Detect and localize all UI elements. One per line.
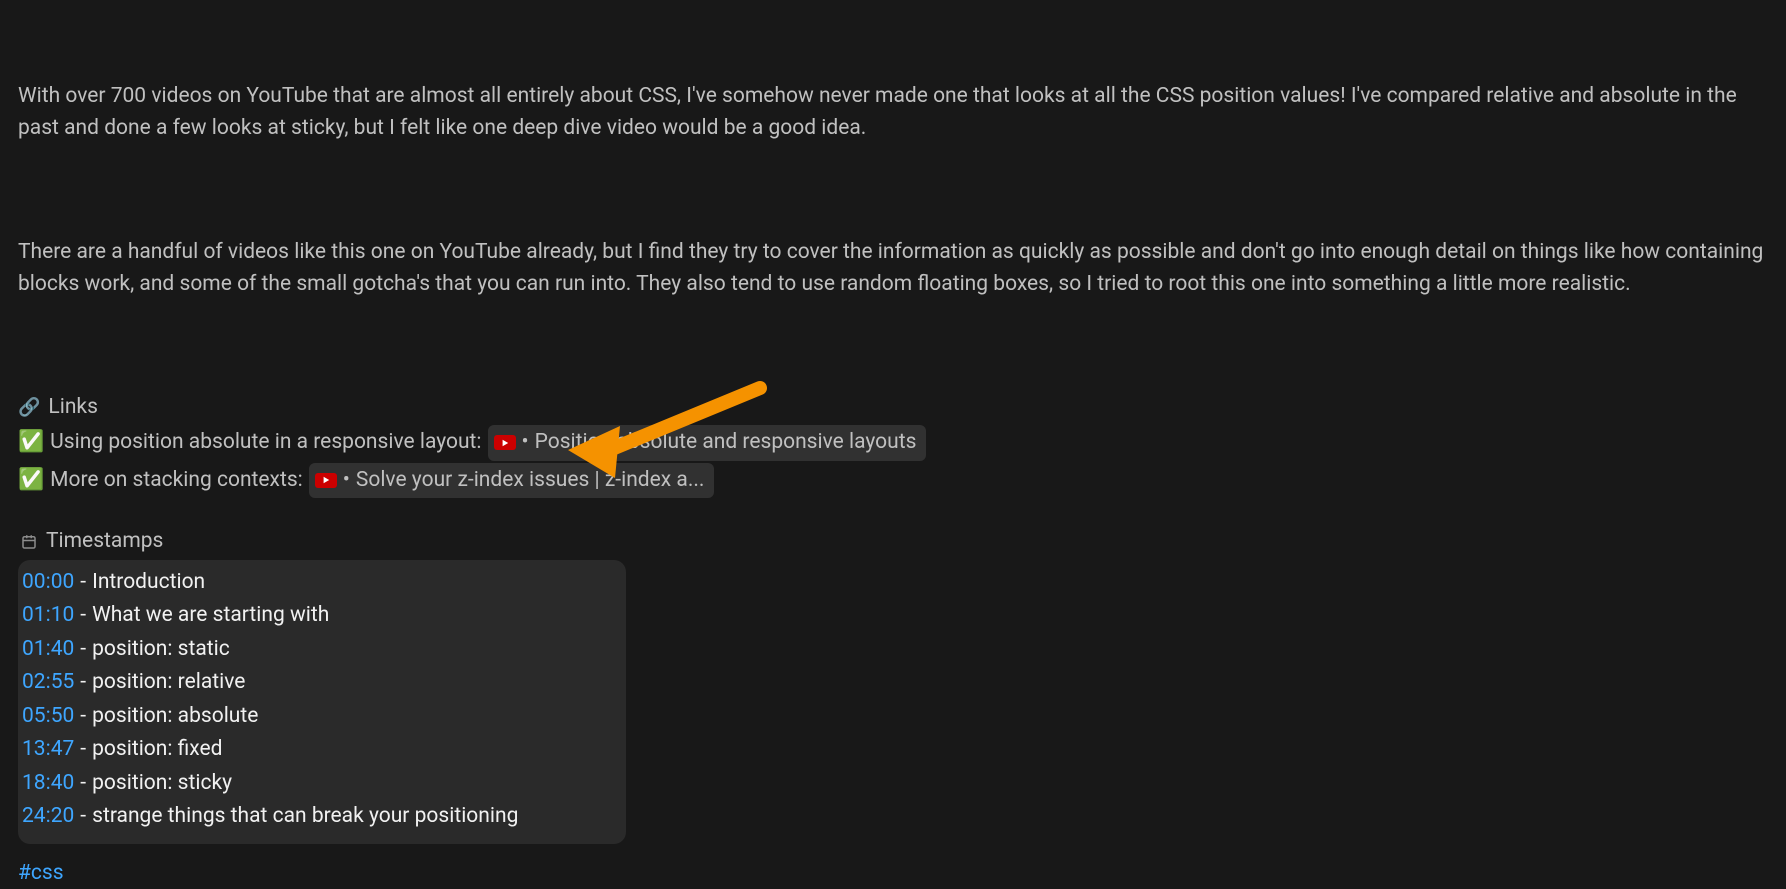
timestamp-row: 01:10 - What we are starting with [22, 599, 610, 633]
video-chip-link[interactable]: • Position absolute and responsive layou… [488, 425, 927, 461]
timestamp-label: Introduction [92, 567, 205, 599]
timestamp-separator: - [80, 634, 86, 666]
timestamp-row: 13:47 - position: fixed [22, 733, 610, 767]
description-paragraph-2: There are a handful of videos like this … [18, 237, 1768, 300]
timestamp-label: position: absolute [92, 701, 258, 733]
video-chip-link[interactable]: • Solve your z-index issues | z-index a.… [309, 463, 715, 499]
timestamps-header-label: Timestamps [46, 526, 163, 558]
timestamps-header: Timestamps [18, 526, 626, 558]
link-icon: 🔗 [18, 394, 40, 421]
timestamp-separator: - [80, 701, 86, 733]
timestamp-separator: - [80, 801, 86, 833]
chip-title: Position absolute and responsive layouts [535, 427, 917, 459]
timestamp-link[interactable]: 02:55 [22, 667, 74, 699]
links-header-label: Links [48, 392, 98, 424]
timestamp-row: 05:50 - position: absolute [22, 700, 610, 734]
bullet-icon: • [343, 465, 350, 497]
link-item-2: ✅ More on stacking contexts: • Solve you… [18, 463, 1768, 499]
hashtag-link[interactable]: #css [18, 858, 64, 889]
links-header: 🔗 Links [18, 392, 1768, 424]
timestamp-label: position: sticky [92, 768, 232, 800]
youtube-icon [494, 435, 516, 450]
timestamp-label: position: relative [92, 667, 245, 699]
clock-icon [20, 533, 38, 551]
timestamp-link[interactable]: 05:50 [22, 701, 74, 733]
links-section: 🔗 Links ✅ Using position absolute in a r… [18, 392, 1768, 499]
timestamp-link[interactable]: 01:40 [22, 634, 74, 666]
link-label: More on stacking contexts: [50, 465, 303, 497]
chip-title: Solve your z-index issues | z-index a... [356, 465, 705, 497]
timestamp-row: 00:00 - Introduction [22, 566, 610, 600]
timestamp-row: 18:40 - position: sticky [22, 767, 610, 801]
timestamp-label: What we are starting with [92, 600, 329, 632]
timestamp-row: 24:20 - strange things that can break yo… [22, 800, 610, 834]
description-paragraph-1: With over 700 videos on YouTube that are… [18, 81, 1768, 144]
timestamp-link[interactable]: 13:47 [22, 734, 74, 766]
youtube-icon [315, 473, 337, 488]
link-item-1: ✅ Using position absolute in a responsiv… [18, 425, 1768, 461]
timestamp-label: strange things that can break your posit… [92, 801, 518, 833]
check-icon: ✅ [18, 427, 44, 459]
timestamp-link[interactable]: 24:20 [22, 801, 74, 833]
bullet-icon: • [522, 427, 529, 459]
timestamp-separator: - [80, 768, 86, 800]
timestamps-section: Timestamps 00:00 - Introduction 01:10 - … [18, 526, 626, 844]
link-label: Using position absolute in a responsive … [50, 427, 481, 459]
timestamps-list: 00:00 - Introduction 01:10 - What we are… [18, 560, 626, 844]
timestamp-link[interactable]: 01:10 [22, 600, 74, 632]
check-icon: ✅ [18, 465, 44, 497]
timestamp-separator: - [80, 600, 86, 632]
timestamp-separator: - [80, 734, 86, 766]
timestamp-row: 02:55 - position: relative [22, 666, 610, 700]
timestamp-row: 01:40 - position: static [22, 633, 610, 667]
timestamp-label: position: static [92, 634, 230, 666]
timestamp-link[interactable]: 18:40 [22, 768, 74, 800]
timestamp-link[interactable]: 00:00 [22, 567, 74, 599]
timestamp-separator: - [80, 667, 86, 699]
timestamp-separator: - [80, 567, 86, 599]
timestamp-label: position: fixed [92, 734, 222, 766]
video-description: With over 700 videos on YouTube that are… [18, 18, 1768, 362]
